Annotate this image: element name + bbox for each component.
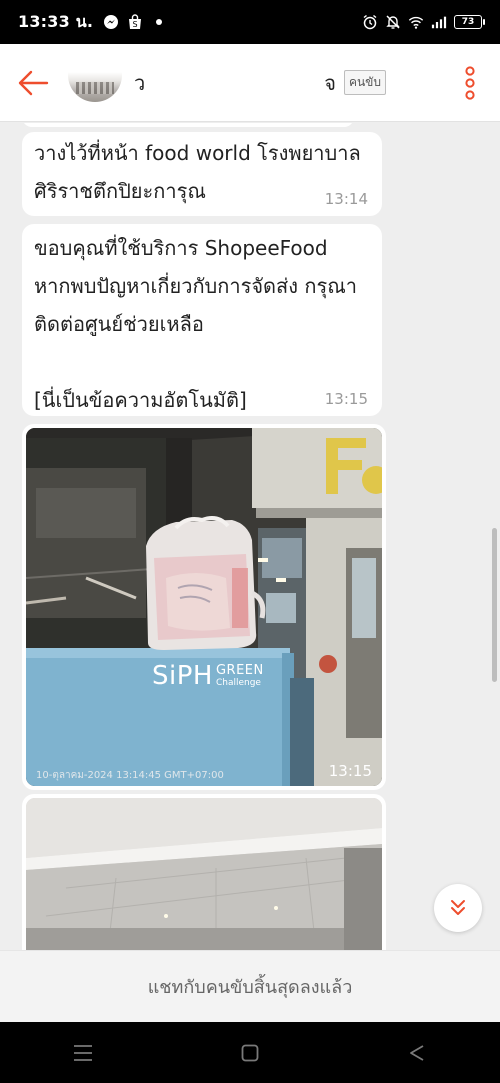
status-notification-icons: S bbox=[103, 14, 167, 30]
siph-sign-challenge: Challenge bbox=[215, 678, 261, 688]
photo-message-time: 13:15 bbox=[328, 762, 372, 780]
siph-sign-sub: GREEN Challenge bbox=[215, 663, 264, 689]
chat-ended-banner: แชทกับคนขับสิ้นสุดลงแล้ว bbox=[0, 950, 500, 1022]
signal-icon bbox=[431, 14, 447, 30]
siph-sign-main: SiPH bbox=[152, 661, 213, 691]
photo-message[interactable] bbox=[22, 794, 386, 950]
back-button[interactable] bbox=[0, 44, 66, 122]
scroll-to-bottom-button[interactable] bbox=[434, 884, 482, 932]
delivery-photo-image bbox=[26, 428, 382, 786]
square-home-icon bbox=[241, 1044, 259, 1061]
message-bubble[interactable]: วางไว้ที่หน้า food world โรงพยาบาล ศิริร… bbox=[22, 132, 382, 216]
nav-home-button[interactable] bbox=[220, 1033, 280, 1073]
contact-name-right: จ bbox=[324, 70, 336, 95]
mute-icon bbox=[385, 14, 401, 30]
status-system-icons: 73 bbox=[362, 14, 485, 30]
nav-back-button[interactable] bbox=[387, 1033, 447, 1073]
siph-sign-green: GREEN bbox=[215, 663, 264, 678]
more-vertical-icon bbox=[465, 65, 475, 100]
siph-sign: SiPH GREEN Challenge bbox=[152, 662, 264, 690]
battery-level: 73 bbox=[461, 17, 475, 27]
delivery-photo[interactable]: SiPH GREEN Challenge 10-ตุลาคม-2024 13:1… bbox=[26, 428, 382, 786]
triangle-back-icon bbox=[409, 1044, 424, 1061]
message-text-line: [นี่เป็นข้อความอัตโนมัติ] bbox=[34, 388, 247, 412]
contact-name-left: ว bbox=[134, 70, 146, 95]
menu-lines-icon bbox=[74, 1044, 93, 1061]
status-time: 13:33 น. bbox=[18, 11, 94, 31]
message-bubble-auto[interactable]: ขอบคุณที่ใช้บริการ ShopeeFood หากพบปัญหา… bbox=[22, 224, 382, 416]
role-badge: คนขับ bbox=[343, 70, 386, 95]
message-text-line: ติดต่อศูนย์ช่วยเหลือ bbox=[34, 312, 204, 336]
battery-icon: 73 bbox=[454, 15, 485, 29]
message-text-line: หากพบปัญหาเกี่ยวกับการจัดส่ง กรุณา bbox=[34, 274, 358, 298]
messenger-icon bbox=[103, 14, 119, 30]
message-text-line: วางไว้ที่หน้า food world โรงพยาบาล bbox=[34, 141, 361, 165]
message-time: 13:15 bbox=[324, 390, 368, 408]
scrollbar[interactable] bbox=[492, 528, 497, 682]
chat-ended-text: แชทกับคนขับสิ้นสุดลงแล้ว bbox=[147, 977, 353, 998]
dot-icon bbox=[151, 14, 167, 30]
avatar[interactable] bbox=[68, 71, 122, 102]
more-options-button[interactable] bbox=[440, 44, 500, 122]
shopee-icon: S bbox=[127, 14, 143, 30]
double-chevron-down-icon bbox=[451, 900, 465, 915]
building-photo[interactable] bbox=[26, 798, 382, 950]
status-bar: 13:33 น. S 73 bbox=[0, 0, 500, 44]
chat-message-list[interactable]: วางไว้ที่หน้า food world โรงพยาบาล ศิริร… bbox=[0, 123, 500, 950]
svg-text:S: S bbox=[133, 20, 138, 29]
alarm-icon bbox=[362, 14, 378, 30]
chat-header: ว จ คนขับ bbox=[0, 44, 500, 122]
system-nav-bar bbox=[0, 1022, 500, 1083]
nav-recents-button[interactable] bbox=[53, 1033, 113, 1073]
wifi-icon bbox=[408, 14, 424, 30]
previous-message-bubble bbox=[22, 123, 354, 127]
message-time: 13:14 bbox=[324, 190, 368, 208]
building-photo-image bbox=[26, 798, 382, 950]
message-text-line: ขอบคุณที่ใช้บริการ ShopeeFood bbox=[34, 236, 328, 260]
message-text-line: ศิริราชตึกปิยะการุณ bbox=[34, 179, 206, 203]
back-arrow-icon bbox=[18, 70, 49, 95]
photo-timestamp-overlay: 10-ตุลาคม-2024 13:14:45 GMT+07:00 bbox=[36, 770, 224, 781]
photo-message[interactable]: SiPH GREEN Challenge 10-ตุลาคม-2024 13:1… bbox=[22, 424, 386, 790]
